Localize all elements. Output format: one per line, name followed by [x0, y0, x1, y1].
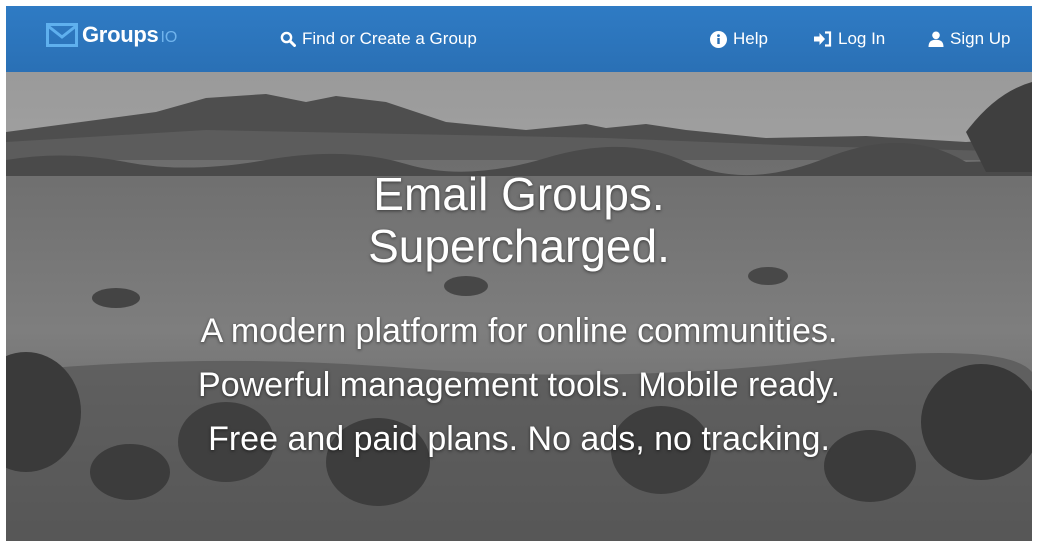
brand-name: Groups [82, 22, 159, 47]
find-create-group-label: Find or Create a Group [302, 29, 477, 48]
headline-line-2: Supercharged. [368, 220, 670, 272]
signup-link[interactable]: Sign Up [928, 6, 1010, 72]
find-create-group-link[interactable]: Find or Create a Group [280, 6, 477, 72]
hero-headline: Email Groups. Supercharged. [6, 168, 1032, 272]
login-link[interactable]: Log In [814, 6, 885, 72]
hero-section: Email Groups. Supercharged. A modern pla… [6, 72, 1032, 541]
page-frame: Groups IO Find or Create a Group Help Lo… [6, 6, 1032, 541]
signup-label: Sign Up [950, 29, 1011, 48]
envelope-icon [46, 23, 78, 47]
help-label: Help [733, 29, 768, 48]
brand-suffix: IO [160, 28, 178, 46]
hero-tagline: A modern platform for online communities… [198, 312, 840, 458]
user-icon [928, 31, 944, 47]
sign-in-icon [814, 31, 832, 47]
info-circle-icon [710, 30, 727, 48]
top-navbar: Groups IO Find or Create a Group Help Lo… [6, 6, 1032, 72]
login-label: Log In [838, 29, 886, 48]
search-icon [280, 31, 296, 47]
headline-line-1: Email Groups. [373, 168, 665, 220]
brand-logo[interactable]: Groups IO [46, 22, 177, 48]
help-link[interactable]: Help [710, 6, 768, 72]
